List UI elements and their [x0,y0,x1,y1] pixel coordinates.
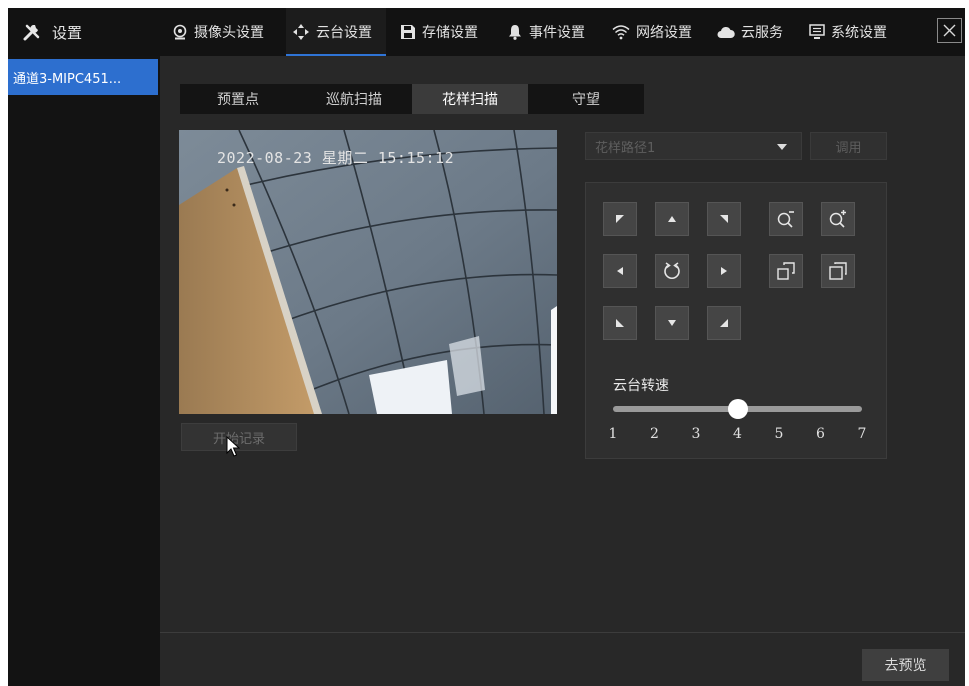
tab-preset[interactable]: 预置点 [180,84,296,114]
close-icon [943,24,956,37]
arrow-down-icon [668,320,676,326]
zoom-out-icon [777,211,794,228]
arrow-right-icon [721,267,727,275]
zoom-in-button[interactable] [821,202,855,236]
wifi-icon [612,25,630,40]
video-preview: 2022-08-23 星期二 15:15:12 [179,130,557,414]
ptz-speed-thumb[interactable] [727,399,748,419]
tab-cloud-service[interactable]: 云服务 [717,8,783,56]
bell-icon [509,25,521,40]
arrow-down-left-icon [616,319,624,327]
ptz-left-button[interactable] [603,254,637,288]
ptz-control-panel: 云台转速 1 2 3 4 5 6 7 [585,182,887,459]
arrow-left-icon [617,267,623,275]
ptz-speed-tick: 7 [857,426,867,442]
focus-near-icon [777,262,795,280]
ptz-icon [293,24,309,40]
close-button[interactable] [937,18,962,43]
tab-label: 事件设置 [529,25,585,41]
arrow-up-icon [668,216,676,222]
ptz-speed-ticks: 1 2 3 4 5 6 7 [609,426,867,444]
ptz-up-left-button[interactable] [603,202,637,236]
mouse-cursor-icon [226,436,240,457]
ptz-speed-tick: 5 [774,426,784,442]
cloud-icon [717,26,735,38]
tab-label: 云台设置 [316,25,372,41]
ptz-speed-tick: 6 [816,426,825,442]
app-title: 设置 [22,8,82,56]
ptz-down-left-button[interactable] [603,306,637,340]
tab-system-settings[interactable]: 系统设置 [809,8,887,56]
app-title-label: 设置 [52,23,83,42]
tab-label: 存储设置 [422,25,478,41]
top-bar: 设置 摄像头设置 云台设置 存储设置 事件设置 网络设置 云服务 系统设置 [8,8,965,56]
ptz-speed-tick: 1 [608,426,618,442]
ptz-speed-tick: 3 [691,426,701,442]
video-timestamp: 2022-08-23 星期二 15:15:12 [217,149,455,167]
channel-sidebar: 通道3-MIPC451... [8,56,160,686]
ptz-up-button[interactable] [655,202,689,236]
tab-label: 系统设置 [831,25,887,41]
tab-ptz-settings[interactable]: 云台设置 [286,8,386,56]
tab-event-settings[interactable]: 事件设置 [507,8,585,56]
pattern-path-value: 花样路径1 [595,140,656,156]
floppy-icon [401,25,415,39]
footer-bar [160,632,965,686]
focus-far-button[interactable] [821,254,855,288]
camera-feed-image [179,130,557,414]
ptz-subtabs: 预置点 巡航扫描 花样扫描 守望 [180,84,644,114]
ptz-down-button[interactable] [655,306,689,340]
tab-network-settings[interactable]: 网络设置 [612,8,692,56]
settings-window: 设置 摄像头设置 云台设置 存储设置 事件设置 网络设置 云服务 系统设置 通道… [8,8,965,686]
ptz-down-right-button[interactable] [707,306,741,340]
tab-watch[interactable]: 守望 [528,84,644,114]
arrow-down-right-icon [720,319,728,327]
tab-label: 摄像头设置 [194,25,264,41]
tab-label: 网络设置 [636,25,692,41]
go-preview-button[interactable]: 去预览 [862,649,949,681]
focus-far-icon [829,262,847,280]
sidebar-item-channel[interactable]: 通道3-MIPC451... [8,59,158,95]
ptz-speed-slider[interactable] [613,399,862,419]
ptz-right-button[interactable] [707,254,741,288]
ptz-auto-rotate-button[interactable] [655,254,689,288]
focus-near-button[interactable] [769,254,803,288]
tab-camera-settings[interactable]: 摄像头设置 [172,8,264,56]
camera-icon [173,24,187,40]
arrow-up-right-icon [720,215,728,223]
ptz-speed-tick: 2 [650,426,659,442]
ptz-up-right-button[interactable] [707,202,741,236]
tab-label: 云服务 [741,25,783,41]
tools-icon [23,24,40,41]
arrow-up-left-icon [616,215,624,223]
ptz-speed-tick: 4 [733,426,742,442]
call-button[interactable]: 调用 [810,132,887,160]
zoom-out-button[interactable] [769,202,803,236]
dropdown-arrow-icon [777,144,787,150]
tab-cruise-scan[interactable]: 巡航扫描 [296,84,412,114]
main-content: 预置点 巡航扫描 花样扫描 守望 2022-08-23 星期二 15:15:12… [160,56,965,686]
tab-pattern-scan[interactable]: 花样扫描 [412,84,528,114]
rotate-icon [664,262,680,279]
tab-storage-settings[interactable]: 存储设置 [400,8,478,56]
sidebar-item-label: 通道3-MIPC451... [13,71,122,87]
ptz-speed-label: 云台转速 [613,378,669,394]
zoom-in-icon [829,210,846,228]
monitor-icon [809,24,825,39]
pattern-path-select[interactable]: 花样路径1 [585,132,802,160]
